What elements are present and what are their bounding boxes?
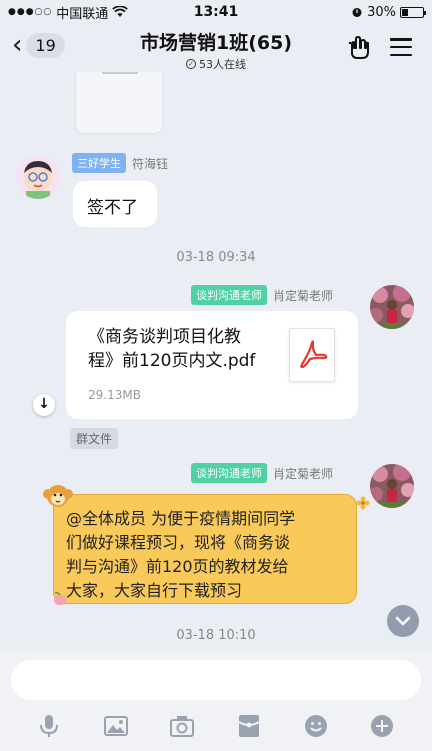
status-right: 30% bbox=[351, 4, 426, 20]
message-text: 签不了 bbox=[87, 198, 138, 218]
plus-icon[interactable] bbox=[369, 713, 395, 739]
battery-percent: 30% bbox=[367, 4, 396, 20]
role-badge: 谈判沟通老师 bbox=[191, 463, 267, 483]
sender-line-teacher: 谈判沟通老师 肖定菊老师 bbox=[191, 285, 333, 305]
message-line: 大家，大家自行下载预习 bbox=[66, 581, 243, 600]
file-card[interactable]: 《商务谈判项目化教 程》前120页内文.pdf 29.13MB bbox=[66, 311, 358, 419]
cartoon-avatar-icon bbox=[16, 155, 60, 199]
alarm-icon bbox=[352, 8, 362, 17]
online-count: 53人在线 bbox=[199, 58, 246, 71]
status-left: ●●●○○ 中国联通 bbox=[8, 3, 129, 22]
avatar-teacher[interactable] bbox=[370, 464, 414, 508]
camera-icon[interactable] bbox=[169, 713, 195, 739]
red-packet-icon[interactable] bbox=[236, 713, 262, 739]
chat-header: ‹ 19 市场营销1班(65) ✓ 53人在线 bbox=[0, 24, 432, 72]
file-size: 29.13MB bbox=[88, 388, 141, 402]
download-icon[interactable]: ↓ bbox=[33, 394, 55, 416]
role-badge: 谈判沟通老师 bbox=[191, 285, 267, 305]
battery-icon bbox=[400, 6, 426, 18]
battery-fill bbox=[402, 8, 408, 16]
avatar-teacher[interactable] bbox=[370, 285, 414, 329]
timestamp: 03-18 09:34 bbox=[176, 250, 256, 265]
status-bar: ●●●○○ 中国联通 13:41 30% bbox=[0, 0, 432, 24]
sender-line-teacher: 谈判沟通老师 肖定菊老师 bbox=[191, 463, 333, 483]
role-badge: 三好学生 bbox=[72, 153, 126, 173]
file-name-line: 程》前120页内文.pdf bbox=[88, 351, 256, 371]
wifi-icon bbox=[112, 6, 129, 17]
message-line: 们做好课程预习，现将《商务谈 bbox=[66, 533, 291, 552]
signal-icon: ●●●○○ bbox=[8, 7, 53, 17]
microphone-icon[interactable] bbox=[36, 713, 62, 739]
pdf-file-icon bbox=[289, 328, 335, 382]
group-file-tag: 群文件 bbox=[70, 428, 119, 449]
sender-name: 肖定菊老师 bbox=[273, 288, 334, 303]
carrier-label: 中国联通 bbox=[56, 6, 109, 22]
menu-icon[interactable] bbox=[390, 38, 412, 56]
online-check-icon: ✓ bbox=[186, 59, 196, 69]
timestamp: 03-18 10:10 bbox=[176, 628, 256, 643]
avatar-student[interactable] bbox=[16, 155, 60, 199]
emoji-icon[interactable] bbox=[303, 713, 329, 739]
flower-decoration-icon bbox=[356, 496, 370, 510]
file-name-line: 《商务谈判项目化教 bbox=[88, 327, 241, 347]
photo-avatar-icon bbox=[370, 285, 414, 329]
image-icon[interactable] bbox=[103, 713, 129, 739]
message-line: 判与沟通》前120页的教材发给 bbox=[66, 557, 289, 576]
file-name: 《商务谈判项目化教 程》前120页内文.pdf bbox=[88, 325, 288, 373]
monkey-decoration-icon bbox=[43, 485, 73, 507]
sender-name: 符海钰 bbox=[132, 156, 169, 171]
sender-name: 肖定菊老师 bbox=[273, 466, 334, 481]
message-bubble[interactable]: 签不了 bbox=[73, 181, 157, 227]
announcement-bubble[interactable]: @全体成员 为便于疫情期间同学 们做好课程预习，现将《商务谈 判与沟通》前120… bbox=[53, 494, 357, 604]
hand-gesture-icon[interactable] bbox=[346, 34, 372, 60]
photo-avatar-icon bbox=[370, 464, 414, 508]
message-input[interactable] bbox=[11, 660, 421, 700]
message-line: @全体成员 为便于疫情期间同学 bbox=[66, 509, 296, 528]
peach-decoration-icon bbox=[54, 592, 66, 605]
sender-line-student: 三好学生 符海钰 bbox=[72, 153, 168, 173]
image-message-partial[interactable] bbox=[75, 72, 163, 134]
